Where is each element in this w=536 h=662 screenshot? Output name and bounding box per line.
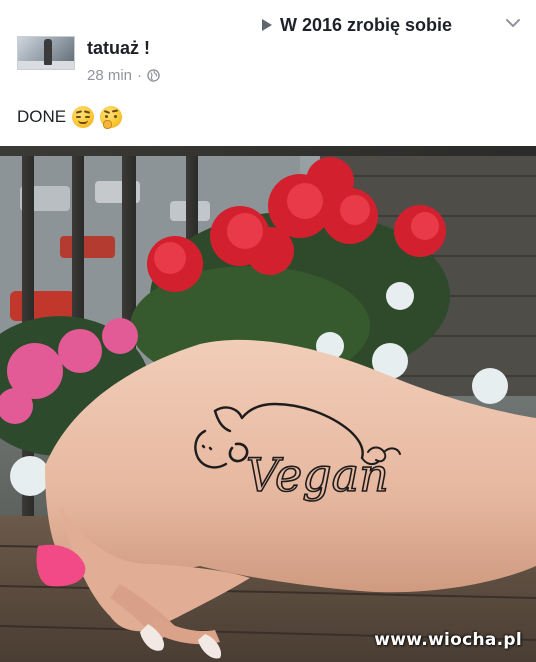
chevron-down-icon[interactable] — [504, 14, 522, 32]
tattoo-photo[interactable]: Vegan www.wiocha.pl — [0, 146, 536, 662]
post-header: W 2016 zrobię sobie tatuaż ! 28 min · — [0, 0, 536, 100]
tattoo-photo-art: Vegan — [0, 146, 536, 662]
post-meta: 28 min · — [87, 67, 160, 84]
tattoo-text: Vegan — [246, 448, 389, 502]
relieved-face-emoji — [72, 106, 95, 128]
post-text-content: DONE — [17, 107, 67, 126]
right-triangle-icon — [262, 19, 272, 31]
post-title-part1[interactable]: W 2016 zrobię sobie — [280, 15, 452, 36]
watermark: www.wiocha.pl — [374, 630, 522, 650]
post-title-part2[interactable]: tatuaż ! — [87, 38, 150, 59]
thinking-face-emoji — [100, 106, 123, 129]
globe-icon[interactable] — [147, 69, 160, 82]
meta-separator: · — [137, 67, 143, 84]
avatar-figure — [44, 39, 52, 65]
post-title-line: W 2016 zrobię sobie — [262, 14, 452, 36]
post-time[interactable]: 28 min — [87, 67, 132, 84]
post-text: DONE — [17, 106, 123, 129]
avatar[interactable] — [17, 36, 75, 70]
